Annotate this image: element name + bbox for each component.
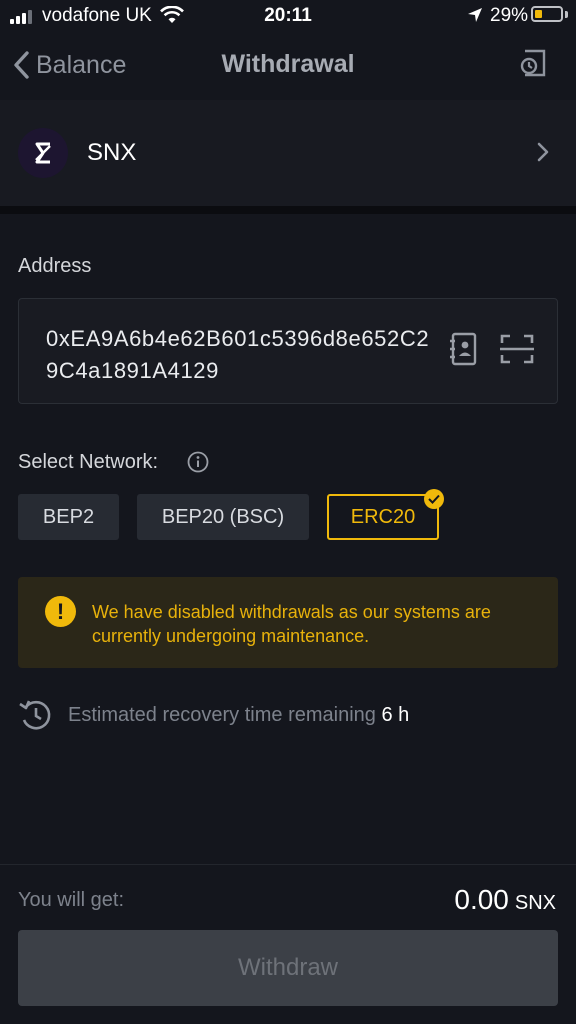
you-will-get-label: You will get:: [18, 889, 124, 911]
receive-amount: 0.00 SNX: [454, 884, 556, 916]
battery-percent: 29%: [490, 5, 529, 26]
network-option-bep20[interactable]: BEP20 (BSC): [137, 494, 309, 540]
network-label: Select Network:: [18, 451, 159, 473]
info-icon[interactable]: [187, 451, 209, 473]
warning-text: We have disabled withdrawals as our syst…: [92, 602, 491, 646]
recovery-clock-icon: [19, 700, 51, 730]
battery-nub: [565, 11, 568, 18]
snx-logo-icon: [18, 128, 68, 178]
address-value[interactable]: 0xEA9A6b4e62B601c5396d8e652C29C4a1891A41…: [46, 323, 436, 387]
recovery-text: Estimated recovery time remaining 6 h: [68, 704, 409, 727]
address-book-icon[interactable]: [450, 332, 478, 366]
page-title: Withdrawal: [221, 50, 355, 78]
address-label: Address: [18, 255, 92, 277]
footer-divider: [0, 864, 576, 865]
checkmark-icon: [424, 489, 444, 509]
location-arrow-icon: [468, 8, 482, 22]
battery-icon: [531, 6, 563, 22]
exclamation-icon: !: [45, 596, 76, 627]
chevron-right-icon: [537, 142, 549, 162]
history-icon[interactable]: [516, 47, 548, 79]
receive-value: 0.00: [454, 884, 509, 915]
recovery-value: 6 h: [381, 704, 410, 726]
network-option-erc20[interactable]: ERC20: [327, 494, 439, 540]
network-option-bep2[interactable]: BEP2: [18, 494, 119, 540]
recovery-label: Estimated recovery time remaining: [68, 704, 376, 726]
section-divider: [0, 206, 576, 214]
coin-symbol: SNX: [87, 139, 137, 166]
withdraw-button[interactable]: Withdraw: [18, 930, 558, 1006]
receive-unit: SNX: [514, 892, 556, 914]
scan-icon[interactable]: [500, 334, 534, 364]
